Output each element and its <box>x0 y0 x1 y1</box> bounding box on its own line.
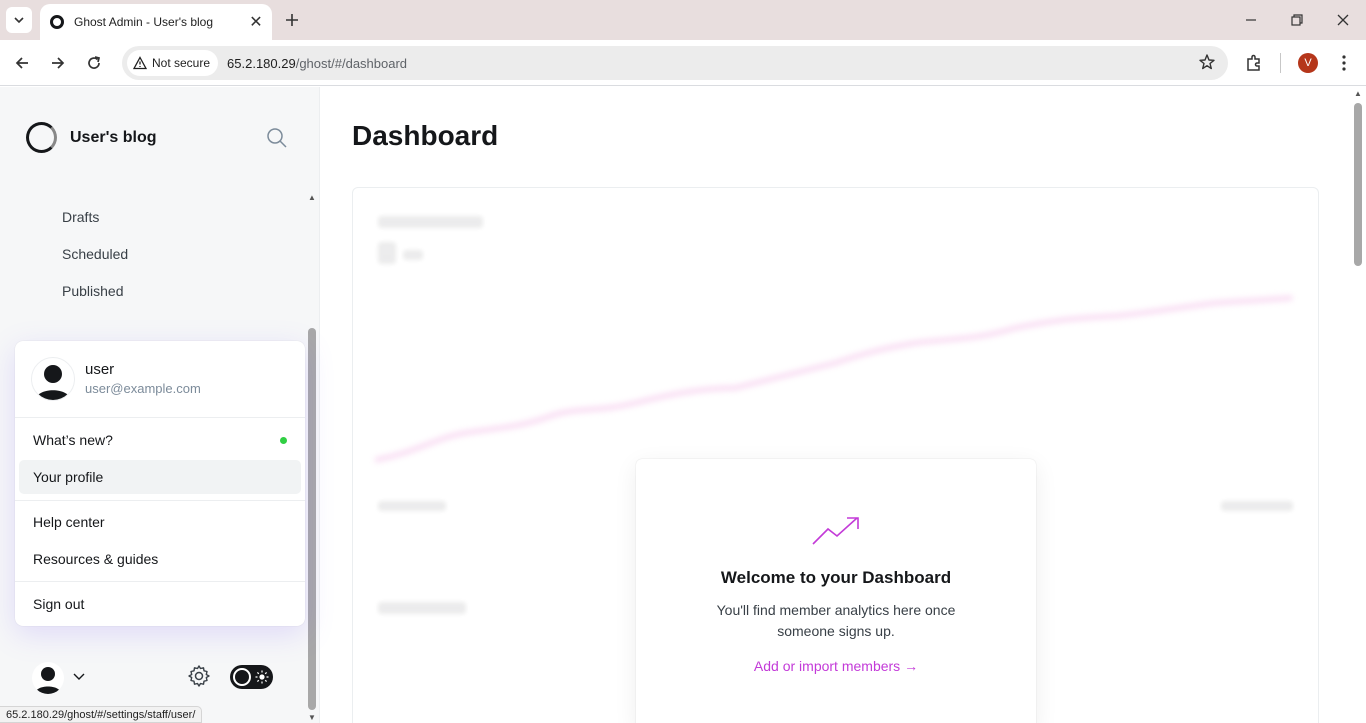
main-scroll-up-arrow-icon[interactable]: ▲ <box>1354 89 1362 98</box>
menu-item-resources-guides[interactable]: Resources & guides <box>19 542 301 576</box>
user-menu-popup: user user@example.com What’s new? Your p… <box>15 341 305 626</box>
sidebar-footer <box>0 657 305 697</box>
placeholder-label <box>378 216 483 228</box>
site-brand[interactable]: User's blog <box>26 122 157 153</box>
placeholder-section-label <box>378 602 466 614</box>
plus-icon <box>286 14 298 26</box>
browser-tab-active[interactable]: Ghost Admin - User's blog ✕ <box>40 4 272 40</box>
status-bar-url: 65.2.180.29/ghost/#/settings/staff/user/ <box>0 706 203 723</box>
url-text: 65.2.180.29/ghost/#/dashboard <box>227 56 407 71</box>
menu-item-help-center[interactable]: Help center <box>19 505 301 539</box>
menu-item-sign-out[interactable]: Sign out <box>19 587 301 621</box>
warning-icon <box>133 56 147 70</box>
restore-icon <box>1291 14 1303 26</box>
url-host: 65.2.180.29 <box>227 55 296 71</box>
placeholder-value <box>378 242 396 264</box>
toggle-knob <box>233 668 251 686</box>
scroll-down-arrow-icon[interactable]: ▼ <box>308 713 316 722</box>
trending-up-icon <box>811 515 861 552</box>
chevron-down-icon[interactable] <box>72 669 86 688</box>
address-bar[interactable]: Not secure 65.2.180.29/ghost/#/dashboard <box>122 46 1228 80</box>
url-path: /ghost/#/dashboard <box>295 55 408 71</box>
restore-button[interactable] <box>1274 0 1320 40</box>
forward-button[interactable] <box>44 49 72 77</box>
bookmark-star-icon[interactable] <box>1198 53 1216 76</box>
welcome-title: Welcome to your Dashboard <box>720 568 952 587</box>
security-label: Not secure <box>152 56 211 70</box>
menu-divider <box>15 581 305 582</box>
browser-menu-icon[interactable] <box>1330 49 1358 77</box>
menu-item-label: Your profile <box>33 469 104 485</box>
extensions-icon[interactable] <box>1240 49 1268 77</box>
popup-user-header: user user@example.com <box>31 357 201 401</box>
toolbar-separator <box>1280 53 1281 73</box>
placeholder-delta <box>403 250 423 260</box>
placeholder-axis-end <box>1221 501 1293 511</box>
site-title: User's blog <box>70 128 157 146</box>
arrow-right-icon <box>52 57 65 69</box>
browser-toolbar: Not secure 65.2.180.29/ghost/#/dashboard… <box>0 40 1366 86</box>
site-logo-icon <box>26 122 57 153</box>
menu-divider <box>15 417 305 418</box>
close-tab-icon[interactable]: ✕ <box>246 12 266 32</box>
tab-search-button[interactable] <box>6 7 32 33</box>
page-title: Dashboard <box>352 120 499 151</box>
popup-user-name: user <box>85 361 115 378</box>
popup-user-info: user user@example.com <box>85 361 201 401</box>
sidebar-item-published[interactable]: Published <box>62 283 124 299</box>
user-avatar-icon <box>36 365 70 400</box>
dark-mode-toggle[interactable] <box>230 665 273 689</box>
placeholder-chart <box>375 295 1293 463</box>
minimize-button[interactable] <box>1228 0 1274 40</box>
menu-item-label: Help center <box>33 514 105 530</box>
profile-avatar: V <box>1298 53 1318 73</box>
placeholder-axis-start <box>378 501 446 511</box>
new-indicator-dot <box>280 437 287 444</box>
popup-avatar <box>31 357 75 401</box>
welcome-panel: Welcome to your Dashboard You'll find me… <box>636 459 1036 723</box>
sun-icon <box>255 670 269 684</box>
reload-icon <box>88 56 101 69</box>
menu-item-label: What’s new? <box>33 432 113 448</box>
sidebar-item-scheduled[interactable]: Scheduled <box>62 246 128 262</box>
site-info-button[interactable]: Not secure <box>127 50 219 76</box>
user-avatar-icon <box>35 667 61 694</box>
back-button[interactable] <box>8 49 36 77</box>
menu-divider <box>15 500 305 501</box>
close-window-button[interactable] <box>1320 0 1366 40</box>
menu-item-your-profile[interactable]: Your profile <box>19 460 301 494</box>
chevron-down-icon <box>14 17 24 24</box>
menu-item-label: Resources & guides <box>33 551 159 567</box>
scroll-up-arrow-icon[interactable]: ▲ <box>308 193 316 202</box>
main-scrollbar[interactable] <box>1354 103 1362 266</box>
ghost-favicon-icon <box>50 15 64 29</box>
tab-title: Ghost Admin - User's blog <box>74 15 214 29</box>
reload-button[interactable] <box>80 49 108 77</box>
browser-tab-bar: Ghost Admin - User's blog ✕ <box>0 0 1366 40</box>
new-tab-button[interactable] <box>280 8 304 32</box>
profile-button[interactable]: V <box>1294 49 1322 77</box>
minimize-icon <box>1246 19 1256 21</box>
close-icon <box>1337 14 1349 26</box>
sidebar-scrollbar[interactable] <box>308 328 316 710</box>
menu-item-whats-new[interactable]: What’s new? <box>19 423 301 457</box>
arrow-left-icon <box>15 57 28 69</box>
popup-user-email: user@example.com <box>85 381 201 396</box>
welcome-description: You'll find member analytics here once s… <box>716 602 956 639</box>
search-icon[interactable] <box>266 127 288 154</box>
user-avatar-button[interactable] <box>32 662 64 694</box>
settings-gear-icon[interactable] <box>187 664 211 693</box>
add-import-members-link[interactable]: Add or import members → <box>636 658 1036 674</box>
menu-item-label: Sign out <box>33 596 85 612</box>
sidebar-item-drafts[interactable]: Drafts <box>62 209 99 225</box>
